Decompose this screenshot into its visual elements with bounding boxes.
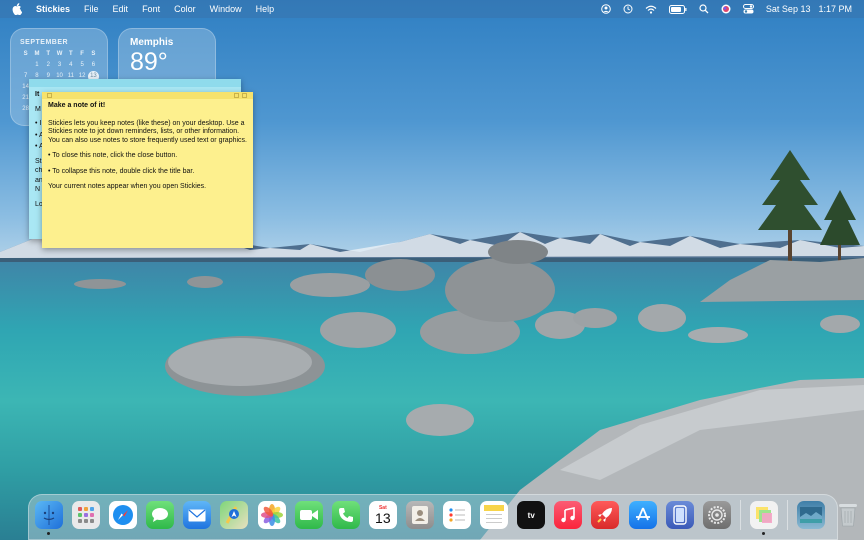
finder-icon[interactable] [35, 501, 63, 535]
calendar-day: 1 [35, 62, 39, 68]
sticky-titlebar[interactable] [29, 79, 241, 87]
wifi-icon[interactable] [645, 5, 657, 14]
trash-icon[interactable] [834, 501, 862, 529]
sticky-paragraph: Stickies lets you keep notes (like these… [48, 119, 247, 144]
tv-label: tv [527, 510, 535, 520]
calendar-icon-day: 13 [375, 510, 391, 526]
downloads-icon[interactable] [796, 501, 825, 529]
reminders-icon[interactable] [443, 501, 472, 529]
calendar-day: 3 [57, 62, 62, 68]
maps-icon[interactable] [220, 501, 249, 529]
zoom-button[interactable] [234, 93, 239, 98]
weather-city: Memphis [130, 37, 174, 48]
menu-file[interactable]: File [84, 4, 99, 14]
sticky-paragraph: • To collapse this note, double click th… [48, 167, 195, 175]
app-store-icon[interactable] [628, 501, 657, 529]
search-icon[interactable] [699, 4, 709, 14]
sticky-paragraph: Your current notes appear when you open … [48, 183, 207, 190]
control-center-icon[interactable] [742, 4, 754, 14]
sticky-title: Make a note of it! [48, 102, 106, 109]
mail-icon[interactable] [183, 501, 212, 529]
calendar-day: 2 [46, 62, 50, 68]
sticky-titlebar[interactable] [42, 92, 253, 99]
launchpad-icon[interactable] [72, 501, 101, 529]
rocket-icon[interactable] [591, 501, 620, 529]
clock-icon[interactable] [623, 4, 633, 14]
phone-icon[interactable] [331, 501, 360, 529]
contacts-icon[interactable] [405, 501, 434, 529]
sticky-body[interactable]: Make a note of it! Stickies lets you kee… [42, 99, 253, 202]
weekday-label: T [46, 51, 51, 57]
weekday-label: S [91, 51, 96, 57]
dock-separator [739, 500, 741, 530]
weekday-label: F [80, 51, 84, 57]
safari-icon[interactable] [109, 501, 138, 529]
running-indicator [761, 532, 765, 535]
calendar-month: SEPTEMBER [20, 39, 69, 46]
music-icon[interactable] [554, 501, 583, 529]
menu-help[interactable]: Help [256, 4, 275, 14]
menu-font[interactable]: Font [142, 4, 160, 14]
close-button[interactable] [47, 93, 52, 98]
tv-icon[interactable]: tv [517, 501, 546, 529]
menu-bar: Stickies File Edit Font Color Window Hel… [0, 0, 864, 18]
user-icon[interactable] [601, 4, 611, 14]
battery-icon[interactable] [668, 4, 687, 14]
stickies-icon[interactable] [749, 501, 778, 535]
system-settings-icon[interactable] [702, 501, 731, 529]
dock-separator [786, 500, 788, 530]
menu-time[interactable]: 1:17 PM [818, 4, 852, 14]
weather-temperature: 89° [130, 48, 168, 76]
calendar-icon[interactable]: Sat 13 [368, 501, 397, 529]
weekday-label: W [56, 51, 63, 57]
sticky-paragraph: • To close this note, click the close bu… [48, 152, 178, 159]
calendar-day: 5 [80, 62, 84, 68]
siri-icon[interactable] [721, 4, 731, 14]
weekday-label: T [69, 51, 73, 57]
photos-icon[interactable] [257, 501, 286, 529]
weekday-label: S [23, 51, 28, 57]
calendar-day: 4 [69, 62, 73, 68]
apple-menu-icon[interactable] [12, 3, 23, 16]
iphone-mirroring-icon[interactable] [665, 501, 694, 529]
menu-color[interactable]: Color [174, 4, 196, 14]
menu-date[interactable]: Sat Sep 13 [766, 4, 811, 14]
weekday-label: M [34, 51, 40, 57]
menu-window[interactable]: Window [210, 4, 242, 14]
collapse-button[interactable] [242, 93, 247, 98]
sticky-note-yellow[interactable]: Make a note of it! Stickies lets you kee… [42, 92, 253, 248]
dock: Sat 13 tv [28, 494, 857, 540]
running-indicator [47, 532, 50, 535]
notes-icon[interactable] [480, 501, 509, 529]
menu-edit[interactable]: Edit [113, 4, 129, 14]
facetime-icon[interactable] [294, 501, 323, 529]
calendar-day-blank [20, 60, 31, 71]
menu-app-name[interactable]: Stickies [36, 4, 70, 14]
messages-icon[interactable] [146, 501, 175, 529]
calendar-day: 6 [91, 62, 96, 68]
